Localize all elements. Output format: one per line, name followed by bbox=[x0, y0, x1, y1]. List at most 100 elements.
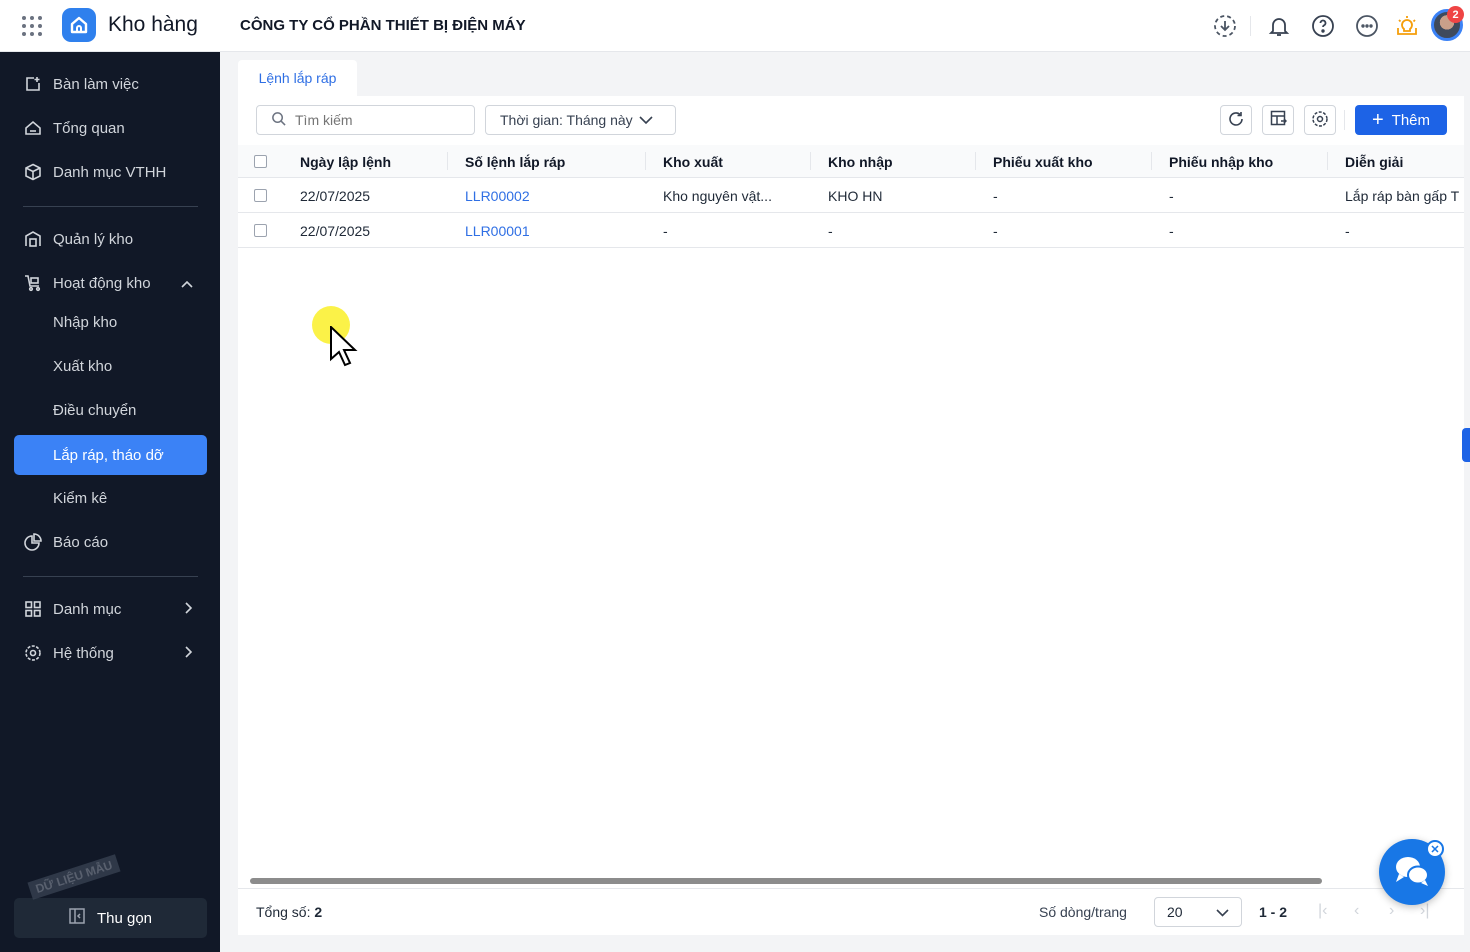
sidebar-item-export[interactable]: Xuất kho bbox=[14, 346, 207, 386]
cell-date: 22/07/2025 bbox=[300, 188, 371, 204]
row-checkbox[interactable] bbox=[254, 224, 267, 237]
collapse-sidebar-button[interactable]: Thu gọn bbox=[14, 898, 207, 938]
sidebar-item-reports[interactable]: Báo cáo bbox=[14, 522, 207, 562]
more-icon[interactable] bbox=[1354, 13, 1380, 39]
column-separator[interactable] bbox=[1327, 152, 1328, 170]
close-chat-icon[interactable]: ✕ bbox=[1426, 840, 1444, 858]
app-logo-icon bbox=[62, 8, 96, 42]
sidebar-item-categories-goods[interactable]: Danh mục VTHH bbox=[14, 152, 207, 192]
page-size-select[interactable]: 20 bbox=[1154, 897, 1242, 927]
cell-description: Lắp ráp bàn gấp T bbox=[1345, 188, 1460, 204]
total-label: Tổng số: bbox=[256, 904, 311, 920]
sidebar-item-label: Bàn làm việc bbox=[53, 75, 139, 93]
refresh-button[interactable] bbox=[1220, 105, 1252, 135]
sidebar-item-system[interactable]: Hệ thống bbox=[14, 633, 207, 673]
column-header[interactable]: Phiếu nhập kho bbox=[1169, 154, 1273, 170]
horizontal-scrollbar[interactable] bbox=[250, 878, 1322, 884]
prev-page-icon[interactable]: ‹ bbox=[1354, 902, 1359, 920]
overview-icon bbox=[23, 119, 43, 137]
sidebar-item-assembly[interactable]: Lắp ráp, tháo dỡ bbox=[14, 435, 207, 475]
sidebar-item-dashboard[interactable]: Bàn làm việc bbox=[14, 64, 207, 104]
chevron-right-icon bbox=[185, 601, 193, 618]
column-separator[interactable] bbox=[645, 152, 646, 170]
download-icon[interactable] bbox=[1212, 13, 1238, 39]
side-drawer-handle[interactable] bbox=[1462, 428, 1470, 462]
sidebar-item-warehouse-management[interactable]: Quản lý kho bbox=[14, 219, 207, 259]
column-separator[interactable] bbox=[447, 152, 448, 170]
lightbulb-icon[interactable] bbox=[1394, 13, 1420, 39]
tab-assembly-orders[interactable]: Lệnh lắp ráp bbox=[238, 60, 357, 96]
sidebar-item-import[interactable]: Nhập kho bbox=[14, 302, 207, 342]
divider bbox=[23, 206, 198, 207]
top-header: Kho hàng CÔNG TY CỔ PHẦN THIẾT BỊ ĐIỆN M… bbox=[0, 0, 1470, 52]
column-header[interactable]: Diễn giải bbox=[1345, 154, 1403, 170]
settings-button[interactable] bbox=[1304, 105, 1336, 135]
footer-divider bbox=[238, 888, 1464, 889]
chevron-up-icon bbox=[181, 275, 193, 292]
sidebar-item-label: Báo cáo bbox=[53, 533, 109, 551]
sidebar-item-label: Điều chuyển bbox=[53, 401, 137, 419]
column-header[interactable]: Ngày lập lệnh bbox=[300, 154, 391, 170]
sidebar-item-overview[interactable]: Tổng quan bbox=[14, 108, 207, 148]
column-separator[interactable] bbox=[810, 152, 811, 170]
page-size-value: 20 bbox=[1167, 904, 1183, 920]
select-all-checkbox[interactable] bbox=[254, 155, 267, 168]
gear-icon bbox=[23, 644, 43, 662]
cell-target-warehouse: KHO HN bbox=[828, 188, 883, 204]
export-table-button[interactable] bbox=[1262, 105, 1294, 135]
cell-export-slip: - bbox=[993, 223, 998, 239]
collapse-icon bbox=[69, 908, 85, 928]
sidebar-item-catalog[interactable]: Danh mục bbox=[14, 589, 207, 629]
add-label: Thêm bbox=[1391, 111, 1431, 129]
table-row[interactable] bbox=[238, 213, 1464, 248]
refresh-icon bbox=[1228, 111, 1244, 130]
sidebar-item-label: Nhập kho bbox=[53, 313, 118, 331]
warehouse-icon bbox=[23, 230, 43, 248]
app-name: Kho hàng bbox=[108, 13, 198, 36]
cell-import-slip: - bbox=[1169, 223, 1174, 239]
mouse-cursor-icon bbox=[330, 324, 358, 371]
row-checkbox[interactable] bbox=[254, 189, 267, 202]
add-button[interactable]: + Thêm bbox=[1355, 105, 1447, 135]
order-number-link[interactable]: LLR00001 bbox=[465, 223, 530, 239]
sidebar-item-label: Tổng quan bbox=[53, 119, 125, 137]
divider bbox=[23, 576, 198, 577]
sidebar-item-transfer[interactable]: Điều chuyển bbox=[14, 390, 207, 430]
search-icon bbox=[271, 111, 286, 129]
bell-icon[interactable] bbox=[1266, 13, 1292, 39]
time-filter-dropdown[interactable]: Thời gian: Tháng này bbox=[485, 105, 676, 135]
column-header[interactable]: Phiếu xuất kho bbox=[993, 154, 1093, 170]
total-value: 2 bbox=[314, 904, 323, 920]
order-number-link[interactable]: LLR00002 bbox=[465, 188, 530, 204]
cell-import-slip: - bbox=[1169, 188, 1174, 204]
cell-description: - bbox=[1345, 223, 1350, 239]
column-separator[interactable] bbox=[975, 152, 976, 170]
sidebar-item-warehouse-activity[interactable]: Hoạt động kho bbox=[14, 263, 207, 303]
last-page-icon[interactable]: ›| bbox=[1420, 902, 1429, 920]
apps-grid-icon[interactable] bbox=[22, 16, 42, 36]
column-header[interactable]: Kho nhập bbox=[828, 154, 893, 170]
page-range: 1 - 2 bbox=[1259, 904, 1288, 920]
column-header[interactable]: Kho xuất bbox=[663, 154, 723, 170]
column-header[interactable]: Số lệnh lắp ráp bbox=[465, 154, 565, 170]
sidebar-item-label: Hoạt động kho bbox=[53, 274, 151, 292]
search-input[interactable] bbox=[295, 112, 455, 128]
sidebar-item-label: Danh mục bbox=[53, 600, 122, 618]
sidebar-item-label: Danh mục VTHH bbox=[53, 163, 167, 181]
cell-source-warehouse: Kho nguyên vật... bbox=[663, 188, 772, 204]
help-icon[interactable] bbox=[1310, 13, 1336, 39]
sidebar-item-label: Kiểm kê bbox=[53, 489, 108, 507]
plus-icon: + bbox=[1371, 109, 1384, 131]
company-name: CÔNG TY CỔ PHẦN THIẾT BỊ ĐIỆN MÁY bbox=[240, 17, 526, 34]
sidebar-item-label: Xuất kho bbox=[53, 357, 113, 375]
time-filter-label: Thời gian: Tháng này bbox=[500, 112, 633, 128]
cell-date: 22/07/2025 bbox=[300, 223, 371, 239]
search-box[interactable] bbox=[256, 105, 475, 135]
sidebar-item-label: Hệ thống bbox=[53, 644, 114, 662]
column-separator[interactable] bbox=[1151, 152, 1152, 170]
next-page-icon[interactable]: › bbox=[1389, 902, 1394, 920]
cell-target-warehouse: - bbox=[828, 223, 833, 239]
chevron-right-icon bbox=[185, 645, 193, 662]
sidebar-item-inventory-check[interactable]: Kiểm kê bbox=[14, 478, 207, 518]
first-page-icon[interactable]: |‹ bbox=[1318, 902, 1327, 920]
